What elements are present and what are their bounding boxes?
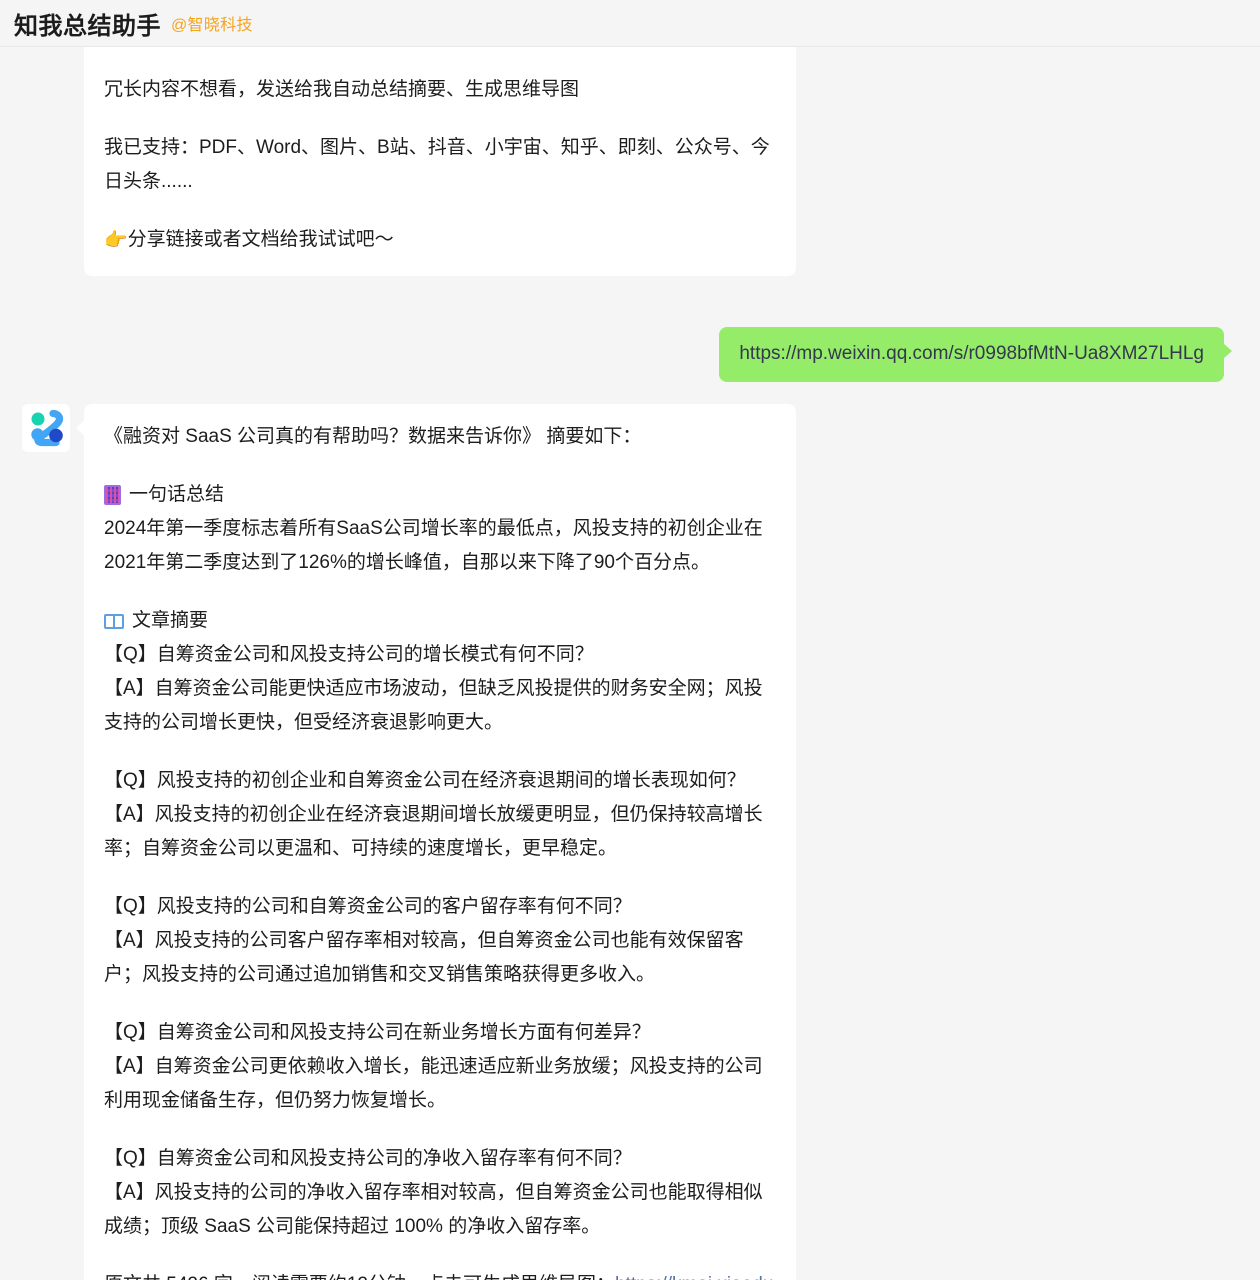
article-summary-heading: 文章摘要 xyxy=(104,604,776,638)
welcome-supported-formats: 我已支持：PDF、Word、图片、B站、抖音、小宇宙、知乎、即刻、公众号、今日头… xyxy=(104,137,770,192)
welcome-intro: 冗长内容不想看，发送给我自动总结摘要、生成思维导图 xyxy=(104,79,580,100)
one-liner-heading-text: 一句话总结 xyxy=(129,484,225,505)
pointing-right-hand-icon: 👉 xyxy=(104,230,128,251)
qa-question: 【Q】自筹资金公司和风投支持公司的净收入留存率有何不同？ xyxy=(104,1148,632,1169)
qa-answer: 【A】自筹资金公司能更快适应市场波动，但缺乏风投提供的财务安全网；风投支持的公司… xyxy=(104,678,763,733)
qa-item: 【Q】自筹资金公司和风投支持公司的净收入留存率有何不同？ 【A】风投支持的公司的… xyxy=(104,1142,776,1244)
bot-summary-bubble: 《融资对 SaaS 公司真的有帮助吗？数据来告诉你》 摘要如下： 一句话总结 2… xyxy=(76,404,796,1280)
article-summary-heading-text: 文章摘要 xyxy=(132,610,209,631)
qa-answer: 【A】风投支持的公司客户留存率相对较高，但自筹资金公司也能有效保留客户；风投支持… xyxy=(104,930,744,985)
qa-answer: 【A】风投支持的初创企业在经济衰退期间增长放缓更明显，但仍保持较高增长率；自筹资… xyxy=(104,804,763,859)
qa-item: 【Q】自筹资金公司和风投支持公司的增长模式有何不同？ 【A】自筹资金公司能更快适… xyxy=(104,638,776,740)
welcome-cta: 👉分享链接或者文档给我试试吧～ xyxy=(104,223,776,258)
header-handle: @智晓科技 xyxy=(171,17,253,34)
qa-item: 【Q】风投支持的初创企业和自筹资金公司在经济衰退期间的增长表现如何？ 【A】风投… xyxy=(104,764,776,866)
chat-scroll-area[interactable]: 你好，Rain~ 冗长内容不想看，发送给我自动总结摘要、生成思维导图 我已支持：… xyxy=(0,47,1260,1280)
zhiwo-logo-icon xyxy=(31,409,64,447)
open-book-icon xyxy=(104,613,124,629)
page-title: 知我总结助手 xyxy=(14,12,161,40)
qa-item: 【Q】自筹资金公司和风投支持公司在新业务增长方面有何差异？ 【A】自筹资金公司更… xyxy=(104,1016,776,1118)
qa-answer: 【A】风投支持的公司的净收入留存率相对较高，但自筹资金公司也能取得相似成绩；顶级… xyxy=(104,1182,763,1237)
bot-welcome-bubble: 你好，Rain~ 冗长内容不想看，发送给我自动总结摘要、生成思维导图 我已支持：… xyxy=(84,47,796,276)
qa-item: 【Q】风投支持的公司和自筹资金公司的客户留存率有何不同？ 【A】风投支持的公司客… xyxy=(104,890,776,992)
chat-app: 知我总结助手 @智晓科技 你好，Rain~ 冗长内容不想看，发送给我自动 xyxy=(0,0,1260,1280)
message-bot-summary: 《融资对 SaaS 公司真的有帮助吗？数据来告诉你》 摘要如下： 一句话总结 2… xyxy=(0,404,1260,1280)
user-link-text: https://mp.weixin.qq.com/s/r0998bfMtN-Ua… xyxy=(739,343,1204,364)
one-liner-body: 2024年第一季度标志着所有SaaS公司增长率的最低点，风投支持的初创企业在20… xyxy=(104,518,763,573)
message-bot-welcome: 你好，Rain~ 冗长内容不想看，发送给我自动总结摘要、生成思维导图 我已支持：… xyxy=(0,47,1260,307)
abacus-icon xyxy=(104,485,121,505)
qa-question: 【Q】自筹资金公司和风投支持公司的增长模式有何不同？ xyxy=(104,644,594,665)
summary-stats-line: 原文共 5426 字，阅读需要约12分钟，点击可生成思维导图：https://k… xyxy=(104,1268,776,1280)
summary-stats-text: 原文共 5426 字，阅读需要约12分钟，点击可生成思维导图： xyxy=(104,1274,615,1280)
welcome-cta-text: 分享链接或者文档给我试试吧～ xyxy=(127,229,394,250)
one-liner-heading: 一句话总结 xyxy=(104,478,776,512)
qa-answer: 【A】自筹资金公司更依赖收入增长，能迅速适应新业务放缓；风投支持的公司利用现金储… xyxy=(104,1056,763,1111)
app-header: 知我总结助手 @智晓科技 xyxy=(0,0,1260,47)
avatar[interactable] xyxy=(22,404,70,452)
summary-article-title: 《融资对 SaaS 公司真的有帮助吗？数据来告诉你》 摘要如下： xyxy=(104,426,642,447)
user-link-bubble[interactable]: https://mp.weixin.qq.com/s/r0998bfMtN-Ua… xyxy=(719,327,1232,382)
qa-question: 【Q】风投支持的公司和自筹资金公司的客户留存率有何不同？ xyxy=(104,896,632,917)
qa-question: 【Q】风投支持的初创企业和自筹资金公司在经济衰退期间的增长表现如何？ xyxy=(104,770,746,791)
qa-question: 【Q】自筹资金公司和风投支持公司在新业务增长方面有何差异？ xyxy=(104,1022,651,1043)
message-user-link: https://mp.weixin.qq.com/s/r0998bfMtN-Ua… xyxy=(0,327,1260,382)
